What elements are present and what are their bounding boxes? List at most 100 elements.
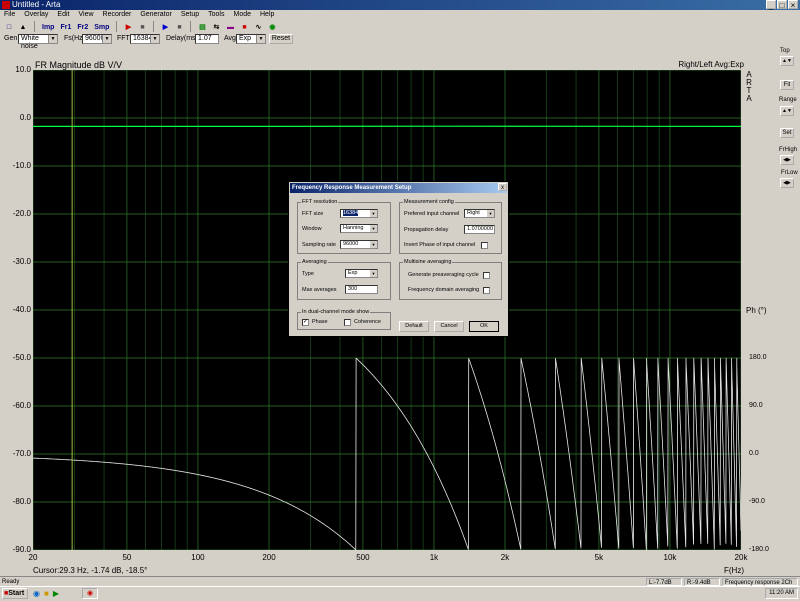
freq-domain-checkbox[interactable] <box>483 287 490 294</box>
dialog-close-button[interactable]: x <box>498 183 507 191</box>
menu-file[interactable]: File <box>4 10 15 19</box>
default-button[interactable]: Default <box>399 321 429 332</box>
propagation-delay-label: Propagation delay <box>404 226 448 234</box>
preaveraging-label: Generate preaveraging cycle <box>408 271 479 279</box>
preaveraging-checkbox[interactable] <box>483 272 490 279</box>
max-averages-label: Max averages <box>302 286 337 294</box>
x-tick-label: 50 <box>122 553 131 562</box>
menu-mode[interactable]: Mode <box>233 10 251 19</box>
x-tick-label: 20 <box>29 553 38 562</box>
phase-checkbox[interactable]: ✓ <box>302 319 309 326</box>
y-tick-label: -50.0 <box>0 353 31 362</box>
avg-label: Avg <box>224 34 236 44</box>
x-tick-label: 10k <box>664 553 677 562</box>
x-tick-label: 20k <box>735 553 748 562</box>
frhigh-label: FrHigh <box>779 147 797 153</box>
menu-overlay[interactable]: Overlay <box>24 10 48 19</box>
freq-domain-label: Frequency domain averaging <box>408 286 479 294</box>
fit-button[interactable]: Fit <box>780 80 794 90</box>
reset-button[interactable]: Reset <box>269 34 293 44</box>
y-tick-label: 10.0 <box>0 65 31 74</box>
phase-tick-label: -180.0 <box>749 546 769 553</box>
play-blue-icon[interactable]: ▶ <box>159 21 171 32</box>
y-tick-label: -10.0 <box>0 161 31 170</box>
chevron-down-icon: ▼ <box>370 210 377 217</box>
propagation-delay-input[interactable]: 1.0700000 <box>464 225 495 234</box>
avg-select[interactable]: Exp▼ <box>236 34 266 44</box>
frhigh-spinner[interactable]: ◀▶ <box>780 155 794 165</box>
set-button[interactable]: Set <box>780 128 794 138</box>
x-tick-label: 200 <box>262 553 275 562</box>
fr2-button[interactable]: Fr2 <box>75 21 90 32</box>
open-icon[interactable]: ▲ <box>17 21 29 32</box>
menu-edit[interactable]: Edit <box>57 10 69 19</box>
taskbar: ■Start ◉ ■ ▶ ◉ 11:20 AM <box>0 586 800 601</box>
level-meter-icon[interactable]: ▬ <box>224 21 236 32</box>
arrows-icon[interactable]: ⇆ <box>210 21 222 32</box>
cancel-button[interactable]: Cancel <box>434 321 464 332</box>
stop-icon[interactable]: ■ <box>136 21 148 32</box>
new-icon[interactable]: □ <box>3 21 15 32</box>
menu-view[interactable]: View <box>78 10 93 19</box>
range-spinner[interactable]: ▲▼ <box>780 106 794 116</box>
browser-icon[interactable]: ◉ <box>33 589 40 598</box>
coherence-checkbox[interactable] <box>344 319 351 326</box>
x-tick-label: 2k <box>501 553 509 562</box>
chevron-down-icon: ▼ <box>370 270 377 277</box>
top-spinner[interactable]: ▲▼ <box>780 56 794 66</box>
fft-size-select[interactable]: 16384▼ <box>340 209 378 218</box>
sampling-rate-select[interactable]: 96000▼ <box>340 240 378 249</box>
close-button[interactable]: × <box>788 0 798 9</box>
phase-axis-title: Ph (°) <box>746 306 767 315</box>
sampling-rate-label: Sampling rate <box>302 241 336 249</box>
menu-setup[interactable]: Setup <box>181 10 199 19</box>
x-tick-label: 100 <box>191 553 204 562</box>
chevron-down-icon: ▼ <box>102 35 111 43</box>
start-button[interactable]: ■Start <box>2 588 28 599</box>
fft-select[interactable]: 16384▼ <box>130 34 160 44</box>
minimize-button[interactable]: _ <box>766 0 776 9</box>
y-tick-label: -80.0 <box>0 497 31 506</box>
menu-recorder[interactable]: Recorder <box>103 10 132 19</box>
y-tick-label: -90.0 <box>0 545 31 554</box>
fft-size-label: FFT size <box>302 210 323 218</box>
gen-select[interactable]: White noise▼ <box>18 34 58 44</box>
scope-icon[interactable]: ▤ <box>196 21 208 32</box>
taskbar-app-arta[interactable]: ◉ <box>82 588 98 599</box>
invert-phase-checkbox[interactable] <box>481 242 488 249</box>
fr1-button[interactable]: Fr1 <box>58 21 73 32</box>
clock: 11:20 AM <box>769 590 794 596</box>
folder-icon[interactable]: ■ <box>44 589 49 598</box>
frlow-spinner[interactable]: ◀▶ <box>780 178 794 188</box>
phase-label: Phase <box>312 318 328 326</box>
title-bar: Untitled - Arta _ □ × <box>0 0 800 10</box>
waveform-icon[interactable]: ∿ <box>252 21 264 32</box>
generator-icon[interactable]: ■ <box>238 21 250 32</box>
delay-input[interactable]: 1.07 <box>195 34 219 44</box>
ok-button[interactable]: OK <box>469 321 499 332</box>
x-tick-label: 1k <box>430 553 438 562</box>
imp-button[interactable]: Imp <box>40 21 56 32</box>
avg-type-select[interactable]: Exp▼ <box>345 269 378 278</box>
frlow-label: FrLow <box>781 170 798 176</box>
play-icon[interactable]: ▶ <box>122 21 134 32</box>
stop-blue-icon[interactable]: ■ <box>173 21 185 32</box>
x-axis-title: F(Hz) <box>724 566 744 575</box>
menu-generator[interactable]: Generator <box>140 10 172 19</box>
window-select[interactable]: Hanning▼ <box>340 224 378 233</box>
fs-select[interactable]: 96000▼ <box>82 34 112 44</box>
multisine-group: Multisine averaging <box>399 262 502 300</box>
max-averages-input[interactable]: 300 <box>345 285 378 294</box>
cursor-readout: Cursor:29.3 Hz, -1.74 dB, -18.5° <box>33 566 147 575</box>
smp-button[interactable]: Smp <box>92 21 111 32</box>
menu-tools[interactable]: Tools <box>208 10 224 19</box>
media-icon[interactable]: ▶ <box>53 589 59 598</box>
meter-icon[interactable]: ◉ <box>266 21 278 32</box>
menu-help[interactable]: Help <box>260 10 274 19</box>
preferred-channel-select[interactable]: Right▼ <box>464 209 495 218</box>
plot-title: FR Magnitude dB V/V <box>35 60 122 70</box>
x-tick-label: 5k <box>595 553 603 562</box>
maximize-button[interactable]: □ <box>777 0 787 9</box>
dialog-title: Frequency Response Measurement Setup <box>290 183 507 193</box>
range-label: Range <box>779 97 797 103</box>
